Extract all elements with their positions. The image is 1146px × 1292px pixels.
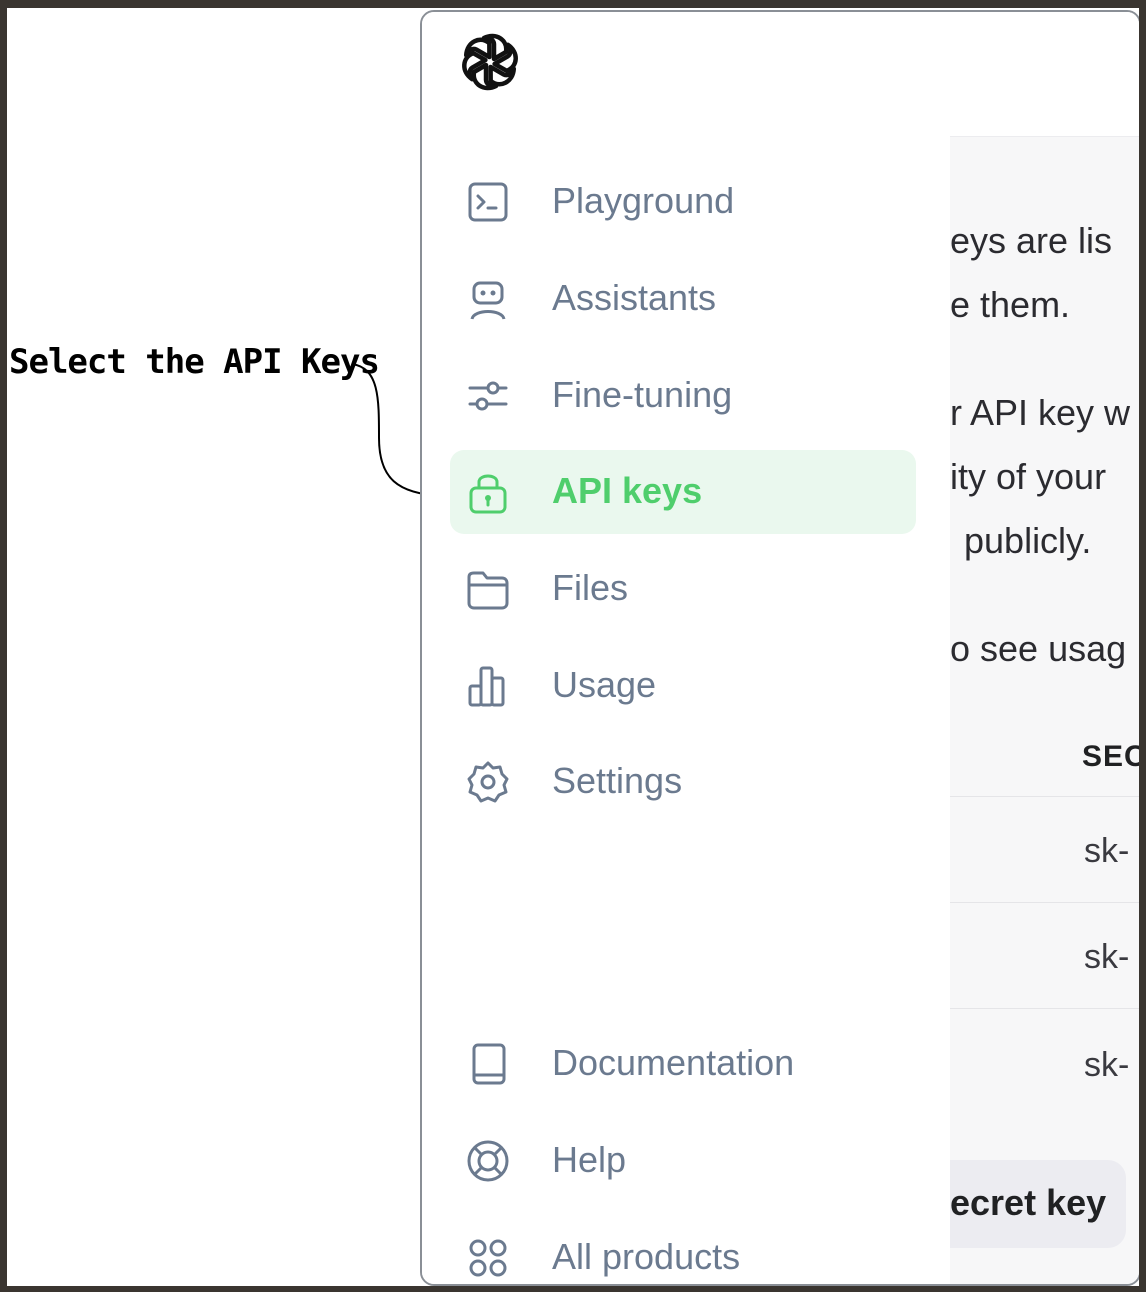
book-icon [472,1043,506,1085]
table-row-key: sk- [1084,832,1130,870]
sidebar-item-label: Fine-tuning [552,374,733,415]
robot-icon [470,281,506,320]
openai-logo-icon [458,30,522,94]
main-content: eys are lis e them. r API key w ity of y… [890,12,1139,1284]
table-divider [950,796,1139,797]
sidebar-item-label: Usage [552,664,657,705]
sidebar-item-assistants[interactable]: Assistants [450,257,916,341]
bar-chart-icon [468,666,505,707]
sidebar-item-help[interactable]: Help [450,1119,916,1203]
sidebar-item-usage[interactable]: Usage [450,644,916,728]
sidebar-item-fine-tuning[interactable]: Fine-tuning [450,354,916,438]
create-secret-key-label: ecret key [950,1182,1107,1223]
sidebar-item-label: Settings [552,760,683,801]
screenshot-canvas: Select the API Keys eys are lis e them. … [7,8,1139,1286]
content-topbar [950,12,1139,137]
sidebar-item-api-keys[interactable]: API keys [450,450,916,534]
table-header-secret: SEC [1082,740,1139,773]
sidebar-item-all-products[interactable]: All products [450,1216,916,1284]
folder-icon [467,571,509,610]
annotation-text: Select the API Keys [9,342,380,382]
sidebar-item-label: Help [552,1139,627,1180]
sidebar-item-files[interactable]: Files [450,547,916,631]
grid-icon [469,1239,507,1277]
sidebar-item-playground[interactable]: Playground [450,160,916,244]
content-text-line: e them. [950,284,1071,325]
sidebar-item-label: Assistants [552,277,717,318]
sidebar-item-documentation[interactable]: Documentation [450,1022,916,1106]
terminal-icon [468,182,508,222]
content-text-line: ity of your [950,456,1107,497]
sidebar-item-label: Files [552,567,629,608]
app-window: eys are lis e them. r API key w ity of y… [420,10,1139,1286]
lifebuoy-icon [467,1140,509,1182]
gear-icon [467,761,509,803]
content-text-line: publicly. [964,520,1092,561]
sidebar-item-label: API keys [552,470,703,511]
content-text-line: eys are lis [950,220,1113,261]
table-divider [950,1008,1139,1009]
lock-icon [469,474,507,514]
content-text-line: r API key w [950,392,1131,433]
sidebar-item-label: All products [552,1236,741,1277]
sidebar: Playground Assistants Fine-tuning API ke… [422,12,950,1284]
sidebar-item-label: Playground [552,180,735,221]
sidebar-item-settings[interactable]: Settings [450,740,916,824]
table-row-key: sk- [1084,1046,1130,1084]
table-row-key: sk- [1084,938,1130,976]
sliders-icon [468,381,508,411]
table-divider [950,902,1139,903]
sidebar-item-label: Documentation [552,1042,795,1083]
content-text-line: o see usag [950,628,1127,669]
